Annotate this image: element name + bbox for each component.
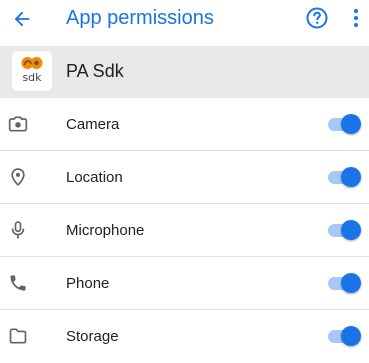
- app-bar: App permissions: [0, 0, 369, 46]
- toggle-thumb: [341, 220, 361, 240]
- toggle-thumb: [341, 167, 361, 187]
- permission-label: Camera: [66, 116, 120, 133]
- permission-label: Phone: [66, 275, 110, 292]
- phone-icon: [10, 275, 26, 291]
- app-icon-label: sdk: [22, 71, 42, 84]
- help-circle-icon: [306, 7, 328, 29]
- permission-row-location[interactable]: Location: [0, 151, 369, 204]
- toggle-thumb: [341, 114, 361, 134]
- arrow-back-icon: [14, 11, 30, 27]
- more-options-button[interactable]: [347, 6, 365, 30]
- location-toggle[interactable]: [326, 166, 361, 188]
- toggle-thumb: [341, 326, 361, 346]
- page-title: App permissions: [66, 7, 214, 29]
- location-pin-icon: [11, 168, 25, 186]
- camera-toggle[interactable]: [326, 113, 361, 135]
- microphone-icon: [11, 221, 25, 239]
- permission-row-camera[interactable]: Camera: [0, 98, 369, 151]
- folder-icon: [9, 328, 27, 344]
- camera-icon: [8, 116, 28, 132]
- permission-list: Camera Location Microphone Phone Storage: [0, 98, 369, 363]
- phone-toggle[interactable]: [326, 272, 361, 294]
- app-name: PA Sdk: [66, 61, 124, 81]
- back-button[interactable]: [9, 6, 35, 32]
- permission-row-microphone[interactable]: Microphone: [0, 204, 369, 257]
- more-vert-icon: [354, 9, 358, 27]
- permission-label: Location: [66, 169, 123, 186]
- microphone-toggle[interactable]: [326, 219, 361, 241]
- app-icon: sdk: [12, 51, 52, 91]
- permission-row-phone[interactable]: Phone: [0, 257, 369, 310]
- permission-row-storage[interactable]: Storage: [0, 310, 369, 363]
- app-header: sdk PA Sdk: [0, 46, 369, 98]
- permission-label: Storage: [66, 328, 119, 345]
- storage-toggle[interactable]: [326, 325, 361, 347]
- permission-label: Microphone: [66, 222, 145, 239]
- help-button[interactable]: [305, 6, 329, 30]
- toggle-thumb: [341, 273, 361, 293]
